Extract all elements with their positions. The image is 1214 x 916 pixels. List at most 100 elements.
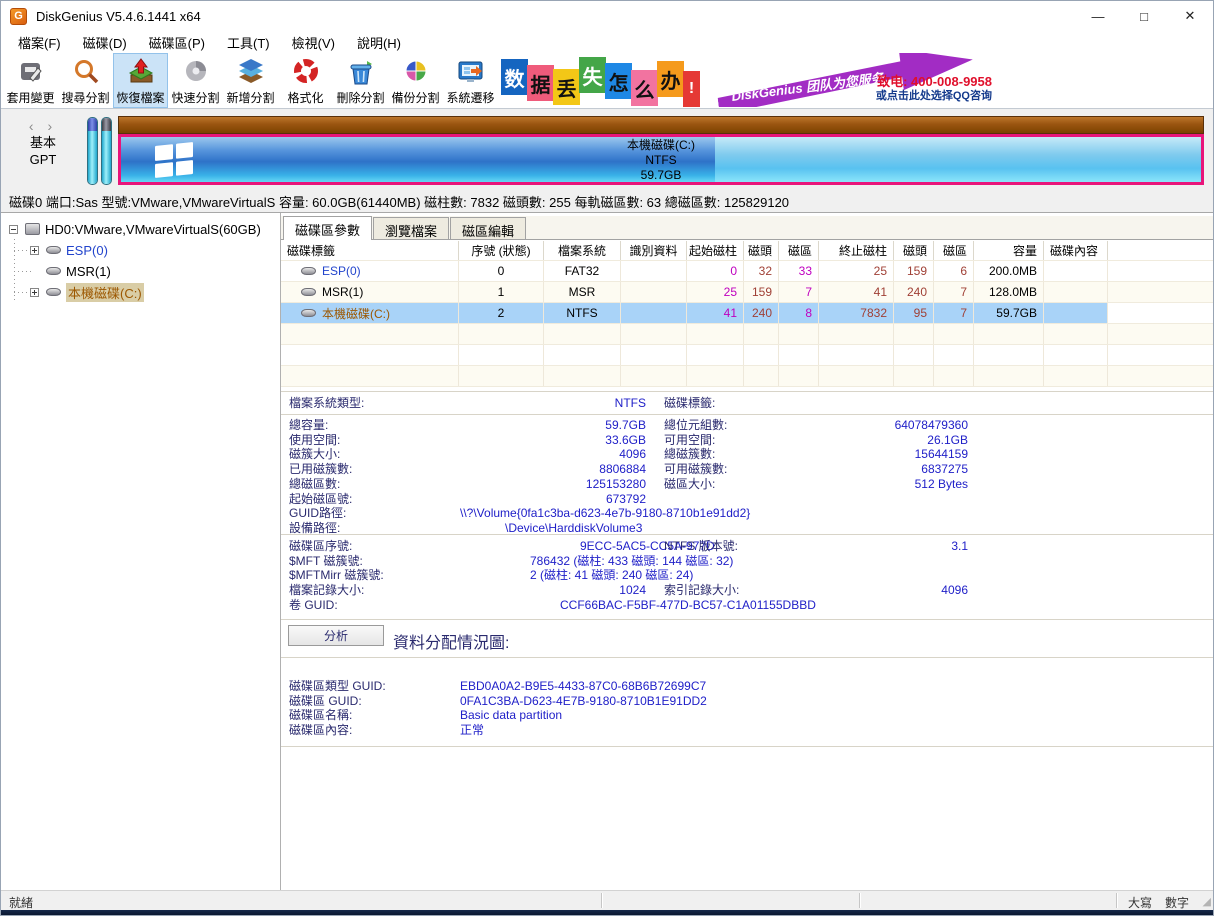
analyze-button[interactable]: 分析 xyxy=(288,625,384,646)
detail-label: 卷 GUID: xyxy=(289,598,460,613)
tree-item-label-selected: 本機磁碟(C:) xyxy=(66,283,144,302)
section-divider xyxy=(281,414,1213,415)
partition-name-value: Basic data partition xyxy=(460,708,1213,723)
col-header[interactable]: 終止磁柱 xyxy=(819,241,894,260)
detail-value xyxy=(804,396,968,411)
detail-value: 125153280 xyxy=(460,477,646,492)
detail-value: 59.7GB xyxy=(460,418,646,433)
detail-label: 已用磁簇數: xyxy=(289,462,460,477)
detail-value: 4096 xyxy=(460,447,646,462)
partition-icon xyxy=(46,267,61,275)
esp-partition-capsule[interactable] xyxy=(87,117,98,185)
menu-tools[interactable]: 工具(T) xyxy=(216,31,281,54)
detail-value: 4096 xyxy=(804,583,968,598)
magnifier-icon xyxy=(71,57,101,87)
cell-seq: 0 xyxy=(459,261,544,281)
disk-graph-panel: ‹ › 基本 GPT 本機磁碟(C:) NTFS 59.7GB xyxy=(1,109,1213,187)
col-header[interactable]: 檔案系統 xyxy=(544,241,621,260)
col-header[interactable]: 磁碟內容 xyxy=(1044,241,1108,260)
col-header[interactable]: 磁碟標籤 xyxy=(281,241,459,260)
table-row-local-disk-c-selected[interactable]: 本機磁碟(C:) 2 NTFS 41 240 8 7832 95 7 59.7G… xyxy=(281,303,1213,324)
status-divider xyxy=(859,893,861,908)
menu-partition[interactable]: 磁碟區(P) xyxy=(138,31,216,54)
partition-icon xyxy=(301,267,316,275)
detail-value: NTFS xyxy=(460,396,646,411)
bar-volume-name: 本機磁碟(C:) xyxy=(121,138,1201,153)
cell-start-head: 240 xyxy=(744,303,779,323)
tree-item-local-disk-c[interactable]: 本機磁碟(C:) xyxy=(30,282,144,302)
cell-label: 本機磁碟(C:) xyxy=(322,305,390,322)
apply-changes-button[interactable]: 套用變更 xyxy=(3,53,58,108)
msr-partition-capsule[interactable] xyxy=(101,117,112,185)
delete-partition-button[interactable]: 刪除分割 xyxy=(333,53,388,108)
tab-partition-parameters[interactable]: 磁碟區參數 xyxy=(283,216,372,240)
expand-icon[interactable] xyxy=(30,246,39,255)
collapse-icon[interactable] xyxy=(9,225,18,234)
c-drive-partition-bar[interactable]: 本機磁碟(C:) NTFS 59.7GB xyxy=(118,134,1204,185)
quick-partition-button[interactable]: 快速分割 xyxy=(168,53,223,108)
recover-files-button[interactable]: 恢復檔案 xyxy=(113,53,168,108)
disk-prev-next-icon[interactable]: ‹ › xyxy=(1,118,85,134)
menu-file[interactable]: 檔案(F) xyxy=(7,31,72,54)
ad-phone-number: 致电: 400-008-9958 xyxy=(876,75,992,89)
ad-contact: 致电: 400-008-9958 或点击此处选择QQ咨询 xyxy=(876,75,992,103)
mft-cluster-value: 786432 (磁柱: 433 磁頭: 144 磁區: 32) xyxy=(460,554,968,569)
tab-sector-edit[interactable]: 磁區編輯 xyxy=(450,217,526,239)
col-header[interactable]: 磁區 xyxy=(934,241,974,260)
col-header[interactable]: 序號 (狀態) xyxy=(459,241,544,260)
col-header[interactable]: 磁區 xyxy=(779,241,819,260)
detail-value: 26.1GB xyxy=(804,433,968,448)
ad-tile: 办 xyxy=(657,61,684,97)
hard-drive-icon xyxy=(25,223,40,235)
tree-item-label: ESP(0) xyxy=(66,243,108,258)
detail-label: 磁碟區類型 GUID: xyxy=(289,679,460,694)
col-header[interactable]: 磁頭 xyxy=(894,241,934,260)
detail-label: 索引記錄大小: xyxy=(664,583,804,598)
menu-help[interactable]: 說明(H) xyxy=(346,31,412,54)
system-migration-button[interactable]: 系統遷移 xyxy=(443,53,498,108)
menu-disk[interactable]: 磁碟(D) xyxy=(72,31,138,54)
disc-icon xyxy=(181,57,211,87)
tree-root-hd0[interactable]: HD0:VMware,VMwareVirtualS(60GB) xyxy=(9,219,261,239)
partition-table: 磁碟標籤 序號 (狀態) 檔案系統 識別資料 起始磁柱 磁頭 磁區 終止磁柱 磁… xyxy=(281,241,1213,387)
maximize-icon[interactable]: □ xyxy=(1121,1,1167,31)
disk-strip[interactable] xyxy=(118,116,1204,134)
ad-qq-link[interactable]: 或点击此处选择QQ咨询 xyxy=(876,89,992,103)
status-ready: 就緒 xyxy=(9,894,33,911)
tab-browse-files[interactable]: 瀏覽檔案 xyxy=(373,217,449,239)
close-icon[interactable]: ✕ xyxy=(1167,1,1213,31)
cell-ident xyxy=(621,282,687,302)
table-row-empty xyxy=(281,366,1213,387)
menu-bar: 檔案(F) 磁碟(D) 磁碟區(P) 工具(T) 檢視(V) 說明(H) xyxy=(1,31,1213,53)
col-header[interactable]: 容量 xyxy=(974,241,1044,260)
menu-view[interactable]: 檢視(V) xyxy=(281,31,346,54)
disk-style-basic: 基本 xyxy=(1,134,85,151)
cell-filesystem: MSR xyxy=(544,282,621,302)
tree-item-msr[interactable]: MSR(1) xyxy=(30,261,111,281)
minimize-icon[interactable]: — xyxy=(1075,1,1121,31)
guid-path-value: \\?\Volume{0fa1c3ba-d623-4e7b-9180-8710b… xyxy=(460,506,968,521)
backup-partition-button[interactable]: 備份分割 xyxy=(388,53,443,108)
new-partition-button[interactable]: 新增分割 xyxy=(223,53,278,108)
search-partition-button[interactable]: 搜尋分割 xyxy=(58,53,113,108)
status-bar: 就緒 大寫 數字 ◢ xyxy=(1,890,1213,915)
title-bar: G DiskGenius V5.4.6.1441 x64 — □ ✕ xyxy=(1,1,1213,31)
main-area: HD0:VMware,VMwareVirtualS(60GB) ESP(0) M… xyxy=(1,213,1213,890)
col-header[interactable]: 識別資料 xyxy=(621,241,687,260)
table-header-row: 磁碟標籤 序號 (狀態) 檔案系統 識別資料 起始磁柱 磁頭 磁區 終止磁柱 磁… xyxy=(281,241,1213,261)
table-row-msr[interactable]: MSR(1) 1 MSR 25 159 7 41 240 7 128.0MB xyxy=(281,282,1213,303)
col-header[interactable]: 磁頭 xyxy=(744,241,779,260)
resize-grip-icon[interactable]: ◢ xyxy=(1203,895,1211,908)
cell-content xyxy=(1044,303,1108,323)
layers-icon xyxy=(236,57,266,87)
col-header[interactable]: 起始磁柱 xyxy=(687,241,744,260)
format-button[interactable]: 格式化 xyxy=(278,53,333,108)
expand-icon[interactable] xyxy=(30,288,39,297)
partition-icon xyxy=(46,246,61,254)
table-row-esp[interactable]: ESP(0) 0 FAT32 0 32 33 25 159 6 200.0MB xyxy=(281,261,1213,282)
detail-label: GUID路徑: xyxy=(289,506,460,521)
tab-bar: 磁碟區參數 瀏覽檔案 磁區編輯 xyxy=(281,216,1213,240)
detail-label: 檔案記錄大小: xyxy=(289,583,460,598)
tree-item-esp[interactable]: ESP(0) xyxy=(30,240,108,260)
ad-banner[interactable]: 数 据 丢 失 怎 么 办 ! DiskGenius 团队为您服务 致电: 40… xyxy=(498,53,998,107)
